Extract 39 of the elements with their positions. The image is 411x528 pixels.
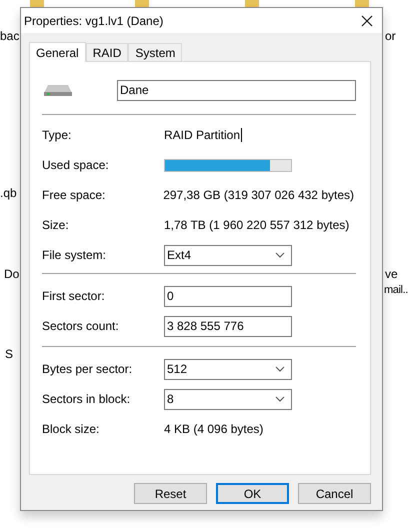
name-field[interactable]: Dane <box>117 80 356 100</box>
dropdown[interactable]: 8 <box>164 388 292 410</box>
dialog-button[interactable]: Cancel <box>298 483 371 504</box>
field-value: 297,38 GB (319 307 026 432 bytes) <box>163 187 354 204</box>
field-label: Sectors count: <box>42 318 120 335</box>
tab[interactable]: System <box>128 43 182 61</box>
chevron-down-icon <box>275 396 285 402</box>
desktop-label: bac <box>0 28 20 45</box>
dropdown[interactable]: 512 <box>164 358 292 380</box>
close-icon[interactable] <box>361 14 373 26</box>
chevron-down-icon <box>275 252 285 258</box>
field-value: RAID Partition <box>164 127 240 144</box>
field-label: Block size: <box>42 421 100 438</box>
field-value: 4 KB (4 096 bytes) <box>164 421 264 438</box>
field-label: Used space: <box>42 157 110 174</box>
dialog-button[interactable]: OK <box>216 483 289 504</box>
window-title: Properties: vg1.lv1 (Dane) <box>24 12 164 30</box>
dropdown[interactable]: Ext4 <box>164 244 292 266</box>
desktop-label: S <box>5 346 14 363</box>
input-field[interactable]: 0 <box>164 286 292 306</box>
desktop-label: ve <box>385 266 398 283</box>
field-label: Sectors in block: <box>42 391 132 408</box>
desktop-label: or <box>385 28 396 45</box>
drive-icon <box>43 84 73 96</box>
field-label: Free space: <box>42 187 106 204</box>
field-value: 1,78 TB (1 960 220 557 312 bytes) <box>164 217 350 234</box>
field-label: Type: <box>42 127 72 144</box>
desktop-label: Do <box>4 266 20 283</box>
chevron-down-icon <box>275 366 285 372</box>
field-label: Bytes per sector: <box>42 361 134 378</box>
desktop-label: mail.. <box>384 283 408 298</box>
desktop-label: .qb <box>0 185 17 202</box>
field-label: Size: <box>42 217 70 234</box>
field-label: First sector: <box>42 288 106 305</box>
dialog-button[interactable]: Reset <box>134 483 207 504</box>
tab[interactable]: RAID <box>86 43 128 61</box>
field-label: File system: <box>42 247 108 264</box>
tab[interactable]: General <box>29 42 86 62</box>
input-field[interactable]: 3 828 555 776 <box>164 316 292 336</box>
